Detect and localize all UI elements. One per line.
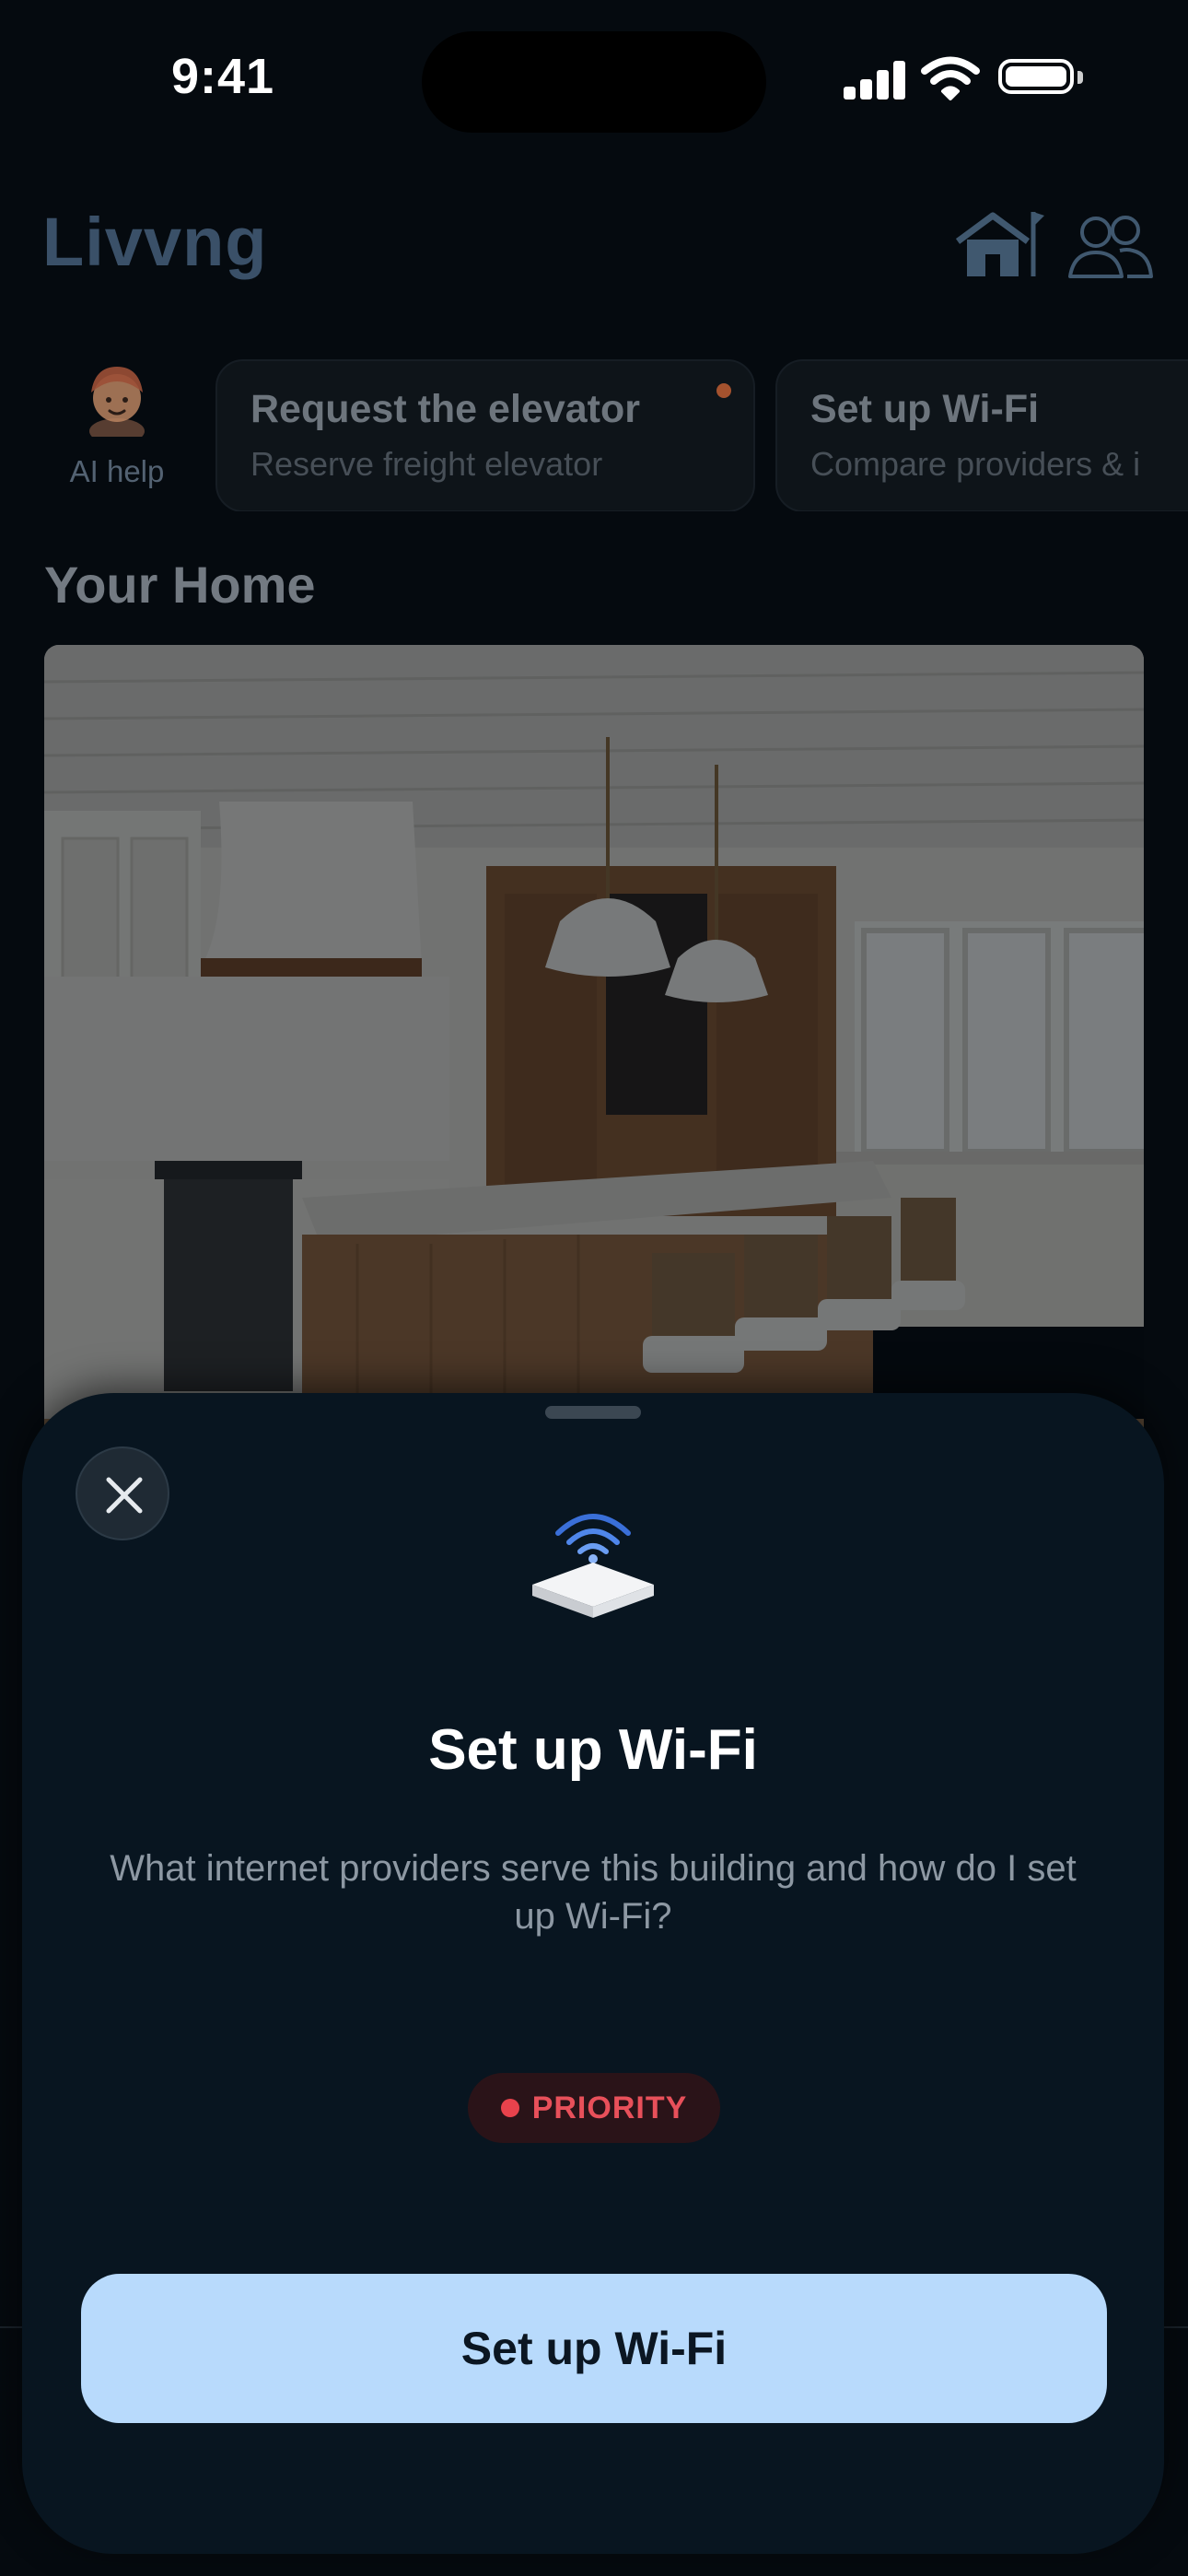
- section-title-your-home: Your Home: [44, 556, 316, 614]
- chip-subtitle: Reserve freight elevator: [250, 445, 603, 483]
- router-icon: [532, 1514, 654, 1618]
- sheet-title: Set up Wi-Fi: [428, 1718, 758, 1782]
- wifi-status-icon: [921, 56, 980, 100]
- app-logo: Livvng: [42, 204, 268, 280]
- chip-setup-wifi[interactable]: Set up Wi-Fi Compare providers & i: [775, 359, 1188, 511]
- priority-badge: PRIORITY: [468, 2073, 720, 2143]
- setup-wifi-button-label: Set up Wi-Fi: [460, 2323, 728, 2374]
- chip-subtitle: Compare providers & i: [810, 445, 1141, 483]
- chip-title: Set up Wi-Fi: [810, 387, 1040, 431]
- close-button[interactable]: [76, 1446, 169, 1540]
- battery-icon: [998, 59, 1087, 100]
- ai-avatar-icon: [89, 367, 145, 444]
- quick-actions-row: AI help Request the elevator Reserve fre…: [0, 350, 1188, 511]
- dynamic-island: [422, 31, 766, 133]
- sheet-description: What internet providers serve this build…: [110, 1848, 1077, 1937]
- setup-wifi-button[interactable]: Set up Wi-Fi: [81, 2274, 1107, 2423]
- cellular-signal-icon: [844, 59, 906, 100]
- wifi-setup-sheet: Set up Wi-Fi What internet providers ser…: [22, 1393, 1164, 2554]
- people-icon[interactable]: [1066, 212, 1155, 282]
- close-icon: [106, 1477, 143, 1514]
- priority-dot: [500, 2099, 519, 2117]
- home-flag-icon[interactable]: [952, 208, 1044, 282]
- chip-title: Request the elevator: [250, 387, 640, 431]
- notification-dot: [716, 383, 731, 398]
- chip-request-elevator[interactable]: Request the elevator Reserve freight ele…: [215, 359, 755, 511]
- status-bar: 9:41: [0, 0, 1188, 157]
- priority-label: PRIORITY: [531, 2090, 688, 2125]
- sheet-grabber[interactable]: [545, 1406, 641, 1419]
- ai-help-label: AI help: [69, 454, 165, 488]
- status-time: 9:41: [171, 49, 275, 104]
- ai-help-button[interactable]: AI help: [57, 359, 177, 507]
